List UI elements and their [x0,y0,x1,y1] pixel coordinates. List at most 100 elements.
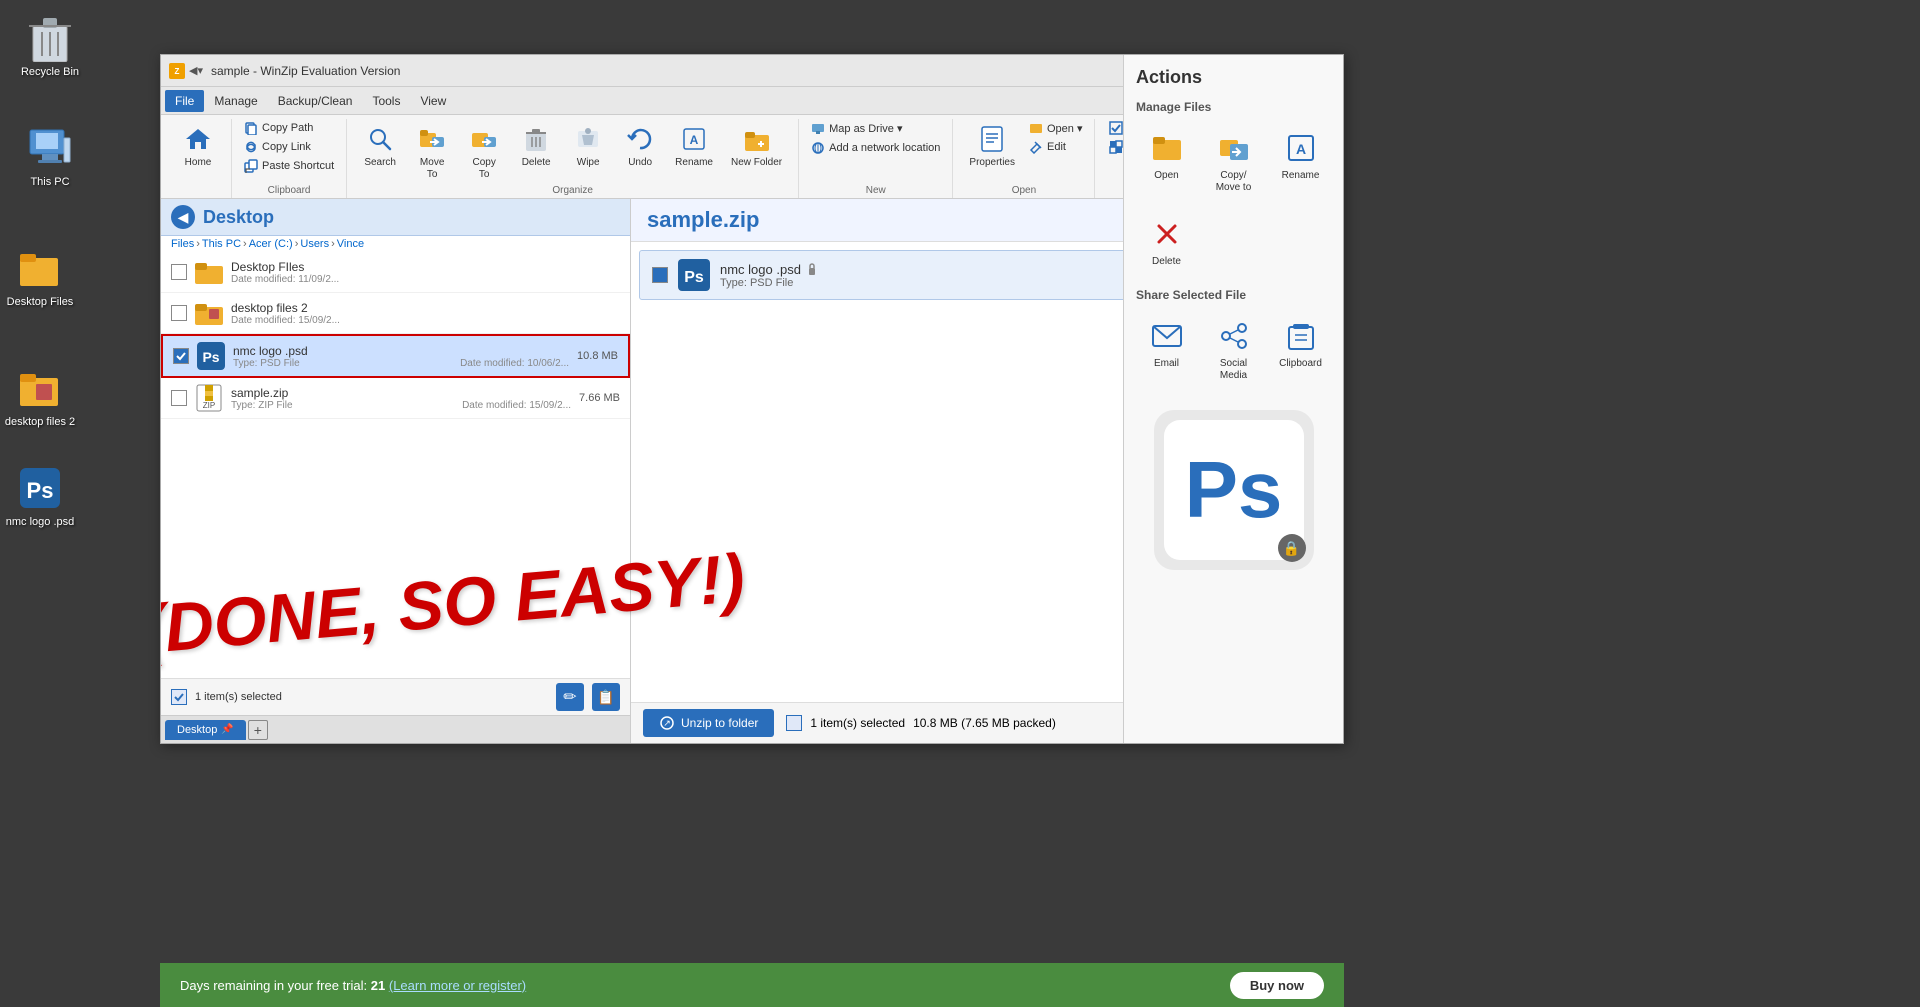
open-dropdown-button[interactable]: Open ▾ [1025,119,1087,137]
menu-item-backup[interactable]: Backup/Clean [268,90,363,112]
svg-text:Ps: Ps [684,269,704,286]
file-checkbox-0[interactable] [171,264,187,280]
map-as-drive-button[interactable]: Map as Drive ▾ [807,119,906,137]
breadcrumb: Files › This PC › Acer (C:) › Users › Vi… [161,236,630,252]
window-title: sample - WinZip Evaluation Version [211,64,1241,78]
share-grid: Email SocialMedia Clipboard [1136,310,1331,390]
copy-path-button[interactable]: Copy Path [240,119,338,137]
status-count-text: 1 item(s) selected [195,691,548,703]
action-rename-button[interactable]: A Rename [1270,199,1331,202]
action-copy-move-button[interactable]: Copy/Move to [1203,199,1264,202]
zip-size: 10.8 MB (7.65 MB packed) [913,716,1056,730]
file-checkbox-2[interactable] [173,348,189,364]
map-drive-icon [811,121,825,135]
file-checkbox-3[interactable] [171,390,187,406]
clipboard-label: Clipboard [268,185,311,198]
action-clipboard-button[interactable]: Clipboard [1270,310,1331,390]
file-meta-2: Type: PSD File Date modified: 10/06/2... [233,358,569,369]
this-pc-icon [26,124,74,172]
action-delete-button[interactable]: Delete [1136,208,1197,276]
home-button[interactable]: Home [173,119,223,173]
move-to-button[interactable]: MoveTo [407,119,457,185]
action-email-button[interactable]: Email [1136,310,1197,390]
rename-icon: A [678,123,710,155]
paste-shortcut-button[interactable]: Paste Shortcut [240,157,338,175]
file-item-desktop-files[interactable]: Desktop FIles Date modified: 11/09/2... [161,252,630,293]
svg-text:Ps: Ps [202,349,219,365]
unzip-icon: ↗ [659,715,675,731]
breadcrumb-users[interactable]: Users [300,238,329,250]
email-action-icon [1149,318,1185,354]
desktop-files-icon [16,244,64,292]
breadcrumb-acer[interactable]: Acer (C:) [249,238,293,250]
new-label: New [866,185,886,198]
clipboard-small-group: Copy Path Copy Link Paste Shortcut [240,119,338,175]
tab-bar: Desktop 📌 + [161,715,630,743]
menu-item-manage[interactable]: Manage [204,90,267,112]
desktop-icon-desktop-files-2[interactable]: desktop files 2 [0,360,80,433]
properties-icon [976,123,1008,155]
this-pc-label: This PC [30,176,69,189]
desktop-icon-this-pc[interactable]: This PC [10,120,90,193]
new-folder-button[interactable]: New Folder [723,119,790,173]
new-buttons: Map as Drive ▾ Add a network location [807,119,944,185]
buy-now-button[interactable]: Buy now [1230,972,1324,999]
file-item-desktop-files-2[interactable]: desktop files 2 Date modified: 15/09/2..… [161,293,630,334]
breadcrumb-this-pc[interactable]: This PC [202,238,241,250]
svg-text:Z: Z [175,67,180,76]
edit-action-button[interactable]: ✏ [556,683,584,711]
trial-link[interactable]: (Learn more or register) [389,978,526,993]
share-label: Share Selected File [1136,288,1331,302]
zip-status-checkbox[interactable] [786,715,802,731]
social-action-label: SocialMedia [1220,358,1247,382]
file-meta-0: Date modified: 11/09/2... [231,274,620,285]
status-checkbox[interactable] [171,689,187,705]
open-label: Open [1012,185,1036,198]
share-action-button[interactable]: 📋 [592,683,620,711]
properties-button[interactable]: Properties [961,119,1023,173]
action-social-button[interactable]: SocialMedia [1203,310,1264,390]
file-info-3: sample.zip Type: ZIP File Date modified:… [231,386,571,411]
lock-icon [805,262,819,276]
desktop-icon-recycle-bin[interactable]: Recycle Bin [10,10,90,83]
breadcrumb-files[interactable]: Files [171,238,194,250]
wipe-button[interactable]: Wipe [563,119,613,173]
unzip-button[interactable]: ↗ Unzip to folder [643,709,774,737]
breadcrumb-vince[interactable]: Vince [337,238,364,250]
move-to-icon [416,123,448,155]
bottom-trial-bar: Days remaining in your free trial: 21 (L… [160,963,1344,1007]
copy-to-button[interactable]: CopyTo [459,119,509,185]
desktop-files-2-label: desktop files 2 [5,416,75,429]
file-info-0: Desktop FIles Date modified: 11/09/2... [231,260,620,285]
nav-down-icon: ▾ [197,64,203,77]
file-meta-1: Date modified: 15/09/2... [231,315,620,326]
undo-button[interactable]: Undo [615,119,665,173]
desktop-icon-nmc-logo[interactable]: Ps nmc logo .psd [0,460,80,533]
open-icon [1029,121,1043,135]
edit-button[interactable]: Edit [1025,138,1087,156]
copy-link-icon [244,140,258,154]
copy-to-icon [468,123,500,155]
rename-button[interactable]: A Rename [667,119,721,173]
add-tab-button[interactable]: + [248,720,268,740]
add-network-location-button[interactable]: Add a network location [807,139,944,157]
menu-item-tools[interactable]: Tools [362,90,410,112]
zip-checkbox[interactable] [652,267,668,283]
manage-files-grid: Open Copy/Move to A Rename [1136,199,1331,276]
desktop-icon-desktop-files[interactable]: Desktop Files [0,240,80,313]
file-checkbox-1[interactable] [171,305,187,321]
action-open-button[interactable]: Open [1136,199,1197,202]
zip-icon: ZIP [195,384,223,412]
ribbon-group-clipboard: Copy Path Copy Link Paste Shortcut Clipb… [232,119,347,198]
search-button[interactable]: Search [355,119,405,173]
file-item-sample-zip[interactable]: ZIP sample.zip Type: ZIP File Date modif… [161,378,630,419]
winzip-window: Z ◀ ▾ sample - WinZip Evaluation Version… [160,54,1344,744]
tab-desktop[interactable]: Desktop 📌 [165,720,246,740]
back-button[interactable]: ◀ [171,205,195,229]
menu-item-view[interactable]: View [410,90,456,112]
menu-item-file[interactable]: File [165,90,204,112]
copy-link-button[interactable]: Copy Link [240,138,338,156]
delete-button[interactable]: Delete [511,119,561,173]
file-item-nmc-logo[interactable]: Ps nmc logo .psd Type: PSD File Date mod… [161,334,630,378]
svg-text:↗: ↗ [663,718,671,728]
